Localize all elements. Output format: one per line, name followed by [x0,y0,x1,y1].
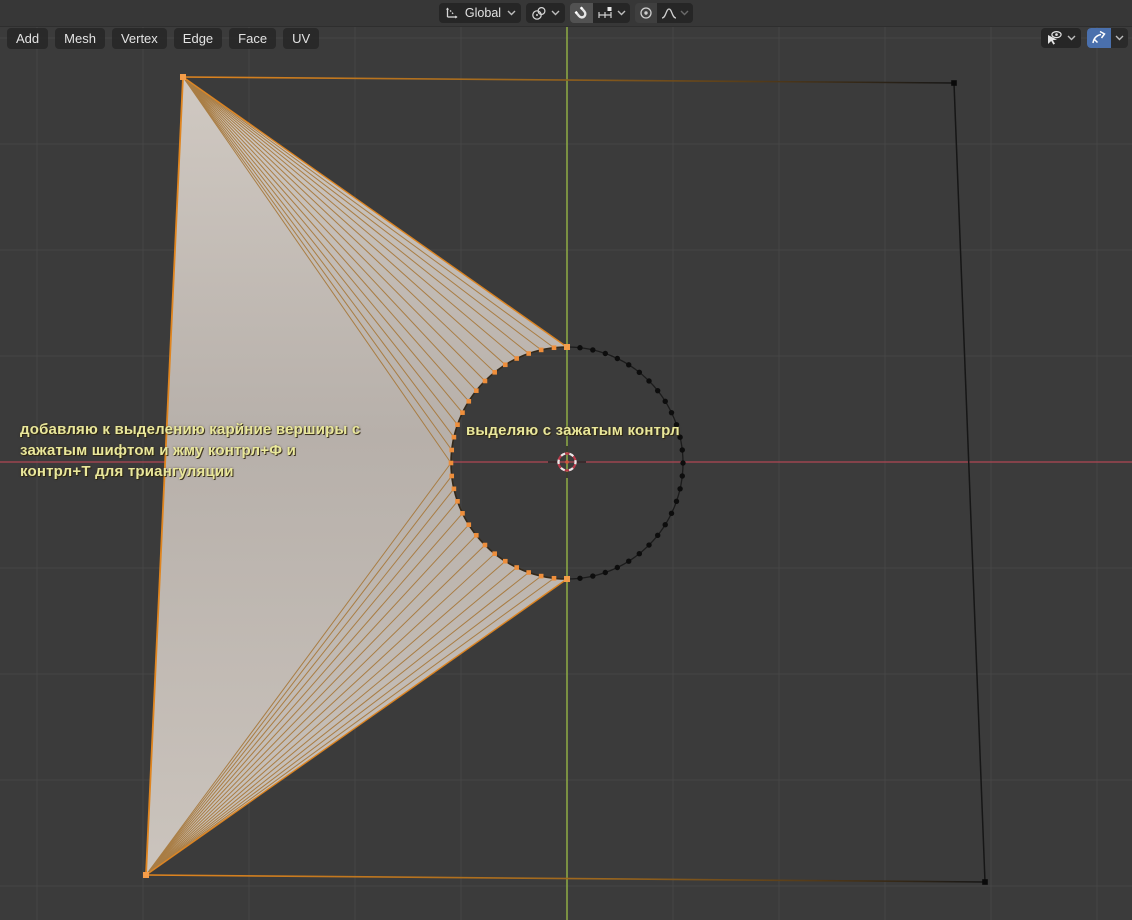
chevron-down-icon [507,10,516,16]
pivot-point-dropdown[interactable] [526,3,566,23]
pivot-point-icon [532,6,546,20]
proportional-editing-group [635,3,694,23]
proportional-editing-icon [640,7,652,19]
blender-edit-mode-viewport[interactable]: Global Add Mesh Vertex Edge Face UV доба… [0,0,1132,920]
menu-uv[interactable]: UV [283,28,320,49]
edit-mode-menus: Add Mesh Vertex Edge Face UV [7,28,320,49]
show-overlays-group [1087,28,1128,48]
3d-cursor [548,446,586,478]
snap-mode-dropdown[interactable] [593,3,631,23]
header-toolbar: Global [438,3,694,23]
chevron-down-icon [1115,35,1124,41]
circle-right-arc-unselected [566,346,684,580]
orientation-label: Global [464,6,502,20]
chevron-down-icon [680,10,689,16]
top-edge [182,76,955,84]
menu-mesh[interactable]: Mesh [55,28,105,49]
annotation-right: выделяю с зажатым контрл [466,422,680,439]
chevron-down-icon [617,10,626,16]
chevron-down-icon [1067,35,1076,41]
annotation-left: добавляю к выделению карйние верширы с з… [20,421,361,480]
menu-edge[interactable]: Edge [173,28,223,49]
show-overlays-toggle[interactable] [1087,28,1111,48]
transform-orientation-dropdown[interactable]: Global [438,3,522,23]
falloff-curve-icon [661,7,677,19]
viewport-header: Global [0,0,1132,27]
orientation-axes-icon [445,7,458,18]
show-gizmo-dropdown[interactable] [1041,28,1081,48]
snap-group [570,3,631,23]
menu-add[interactable]: Add [7,28,49,49]
proportional-editing-toggle[interactable] [635,3,658,23]
show-gizmo-icon [1048,30,1062,45]
snap-magnet-icon [574,5,587,19]
viewport-display-widgets [1041,28,1128,48]
snap-increment-icon [598,7,612,18]
menu-vertex[interactable]: Vertex [111,28,167,49]
right-edge [953,82,986,883]
show-overlays-dropdown[interactable] [1111,28,1128,48]
menu-face[interactable]: Face [229,28,277,49]
snap-toggle-button[interactable] [570,3,594,23]
proportional-falloff-dropdown[interactable] [657,3,694,23]
bottom-edge [145,874,986,883]
chevron-down-icon [551,10,560,16]
show-overlays-icon [1092,30,1106,44]
